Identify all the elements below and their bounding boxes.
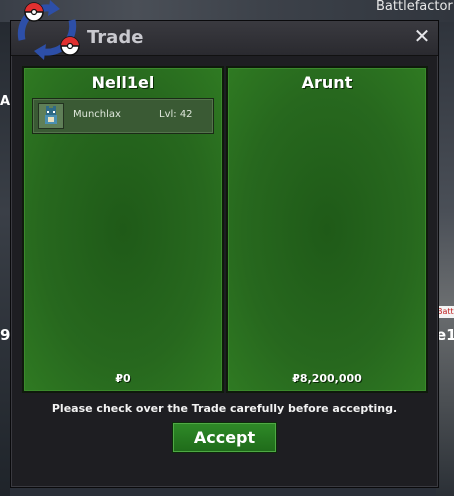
munchlax-sprite-icon — [38, 103, 64, 129]
trade-panel-self: Nell1el Munchlax Lvl: 42 ₽0 — [22, 66, 224, 393]
trade-arrows-pokeball-logo-icon — [17, 0, 80, 60]
close-button[interactable]: ✕ — [412, 25, 432, 47]
trade-notice: Please check over the Trade carefully be… — [51, 402, 398, 415]
pokemon-name: Munchlax — [73, 109, 121, 120]
player-name-self: Nell1el — [91, 73, 155, 92]
background-badge-batt: Batt — [437, 306, 454, 318]
background-label-9: 9 — [0, 326, 11, 344]
accept-button[interactable]: Accept — [172, 422, 277, 453]
window-title: Trade — [87, 27, 144, 48]
player-name-partner: Arunt — [301, 73, 353, 92]
background-label-a: A — [0, 94, 11, 109]
money-offer-partner: ₽8,200,000 — [292, 372, 362, 385]
money-offer-self: ₽0 — [115, 372, 131, 385]
trade-item-munchlax[interactable]: Munchlax Lvl: 42 — [32, 98, 214, 134]
background-label-battlefactory: Battlefactor — [376, 0, 453, 14]
pokemon-level: Lvl: 42 — [159, 109, 193, 120]
trade-panel-partner: Arunt ₽8,200,000 — [226, 66, 428, 393]
trade-window: Trade ✕ Nell1el Munchlax Lvl: 42 ₽0 Arun… — [10, 20, 439, 488]
